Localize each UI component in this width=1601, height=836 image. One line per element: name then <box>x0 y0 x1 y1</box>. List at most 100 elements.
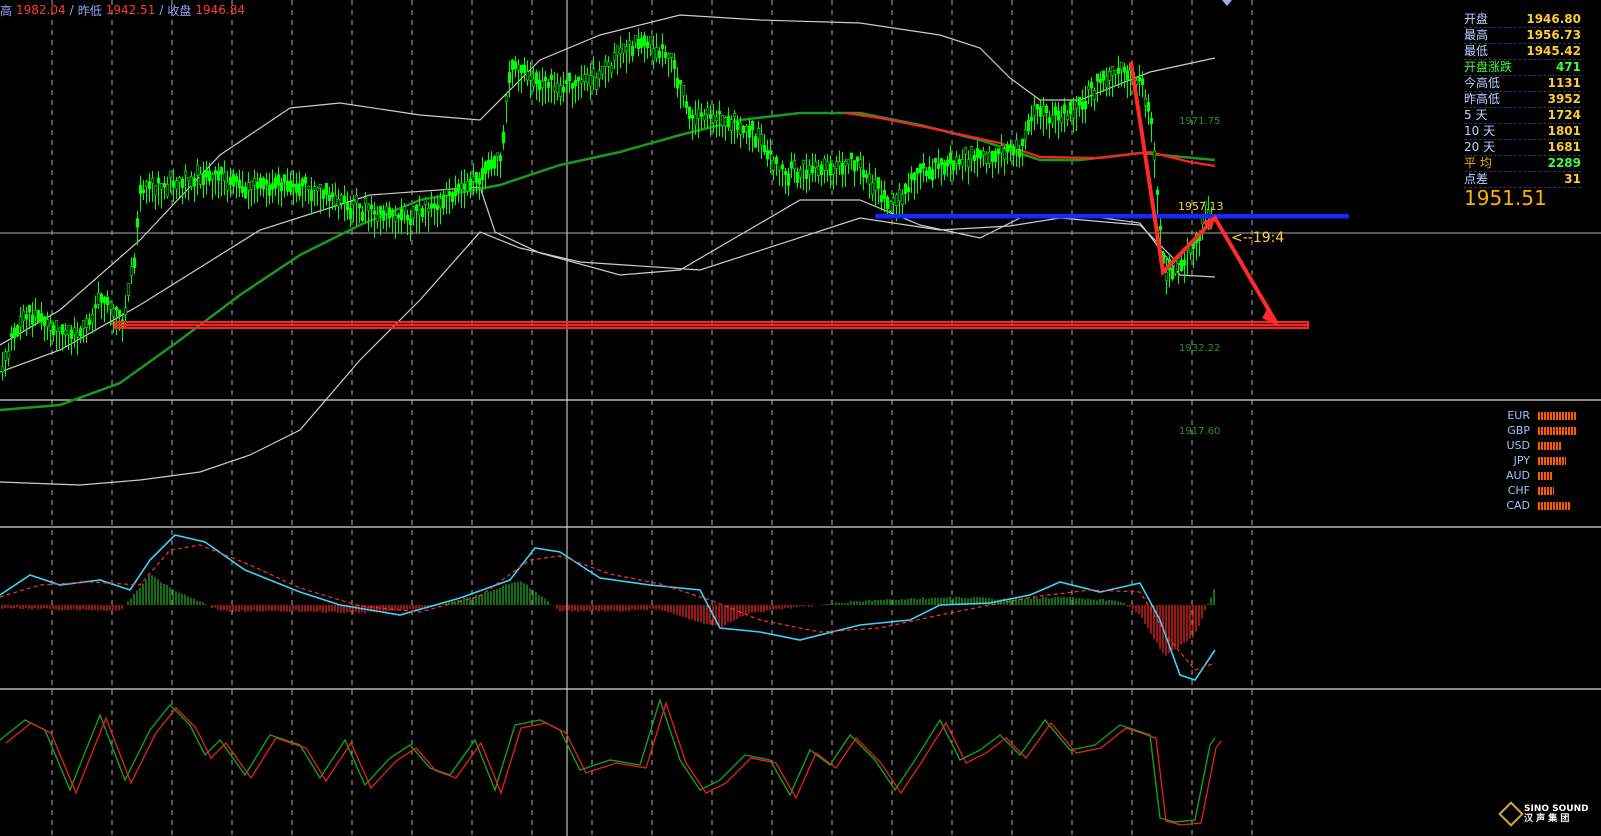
info-value: 1946.80 <box>1526 12 1581 26</box>
candle-body <box>1122 66 1127 73</box>
candle-body <box>24 314 29 320</box>
candle-body <box>258 177 263 188</box>
scroll-marker-icon[interactable] <box>1222 0 1232 6</box>
info-row-open: 开盘 1946.80 <box>1464 12 1581 28</box>
candle-body <box>1104 76 1109 88</box>
candle-body <box>0 366 5 372</box>
candle-body <box>930 169 935 181</box>
candle-body <box>330 192 335 198</box>
candle-body <box>198 173 203 185</box>
candle-body <box>441 196 446 209</box>
candle-body <box>690 115 695 119</box>
candle-body <box>249 180 254 190</box>
candle-body <box>1182 259 1187 266</box>
candle-body <box>876 177 881 189</box>
candle-body <box>792 160 797 170</box>
candle-body <box>117 309 122 316</box>
candle-body <box>768 150 773 155</box>
candle-body <box>1173 261 1178 274</box>
candle-body <box>492 156 497 169</box>
candle-body <box>114 306 119 311</box>
candle-body <box>138 184 143 194</box>
currency-row: JPY <box>1495 453 1576 468</box>
candle-body <box>75 331 80 338</box>
candle-body <box>333 194 338 206</box>
candle-body <box>1119 61 1124 71</box>
candle-body <box>855 156 860 162</box>
candle-body <box>822 158 827 171</box>
candle-body <box>210 174 215 180</box>
candle-body <box>1125 70 1130 81</box>
candle-body <box>1146 102 1151 112</box>
candle-body <box>618 47 623 55</box>
candle-body <box>960 158 965 167</box>
candle-body <box>780 164 785 170</box>
candle-body <box>213 170 218 175</box>
candle-body <box>777 166 782 171</box>
candle-body <box>48 323 53 331</box>
candle-body <box>828 163 833 176</box>
info-label: 最低 <box>1464 44 1489 58</box>
candle-body <box>816 166 821 176</box>
candle-body <box>906 187 911 192</box>
candle-body <box>714 116 719 121</box>
candle-body <box>903 183 908 194</box>
candle-body <box>1152 150 1157 161</box>
candle-body <box>657 50 662 58</box>
currency-strength-bar <box>1538 471 1552 480</box>
candle-body <box>756 128 761 140</box>
candle-body <box>687 106 692 119</box>
candle-body <box>726 115 731 128</box>
candle-body <box>384 206 389 214</box>
currency-row: CAD <box>1495 498 1576 513</box>
candle-body <box>168 171 173 178</box>
candle-body <box>243 186 248 199</box>
candle-body <box>951 160 956 171</box>
candle-body <box>480 168 485 181</box>
candle-body <box>537 79 542 91</box>
candle-body <box>540 80 545 88</box>
candle-body <box>270 183 275 190</box>
currency-strength-bar <box>1538 411 1576 420</box>
candle-body <box>807 165 812 175</box>
candle-body <box>1140 78 1145 85</box>
candle-body <box>858 159 863 168</box>
candle-body <box>735 121 740 131</box>
currency-row: GBP <box>1495 423 1576 438</box>
candle-body <box>849 152 854 159</box>
candle-body <box>621 43 626 54</box>
candle-body <box>1158 225 1163 231</box>
info-value: 1131 <box>1547 76 1581 90</box>
candle-body <box>552 85 557 92</box>
candle-body <box>642 35 647 46</box>
candle-body <box>546 81 551 88</box>
candle-body <box>1074 101 1079 109</box>
candle-body <box>654 47 659 59</box>
candle-body <box>192 177 197 187</box>
candle-body <box>633 35 638 44</box>
candle-body <box>426 208 431 212</box>
candle-body <box>354 195 359 203</box>
candle-body <box>567 72 572 82</box>
candle-body <box>489 159 494 169</box>
candle-body <box>663 52 668 58</box>
currency-name: GBP <box>1507 424 1530 437</box>
candle-body <box>99 293 104 303</box>
candle-body <box>1143 98 1148 106</box>
candle-body <box>747 125 752 138</box>
level-label-upper: 1971.75 <box>1179 116 1221 127</box>
currency-row: USD <box>1495 438 1576 453</box>
candle-body <box>447 191 452 196</box>
info-value: 1681 <box>1547 140 1581 154</box>
candle-body <box>87 319 92 326</box>
candle-body <box>897 188 902 202</box>
chart-canvas[interactable] <box>0 0 1601 836</box>
candle-body <box>405 214 410 221</box>
candle-body <box>309 190 314 202</box>
info-value: 1956.73 <box>1526 28 1581 42</box>
candle-body <box>525 71 530 81</box>
currency-name: CHF <box>1507 484 1530 497</box>
candle-body <box>606 61 611 67</box>
candle-body <box>465 181 470 192</box>
candle-body <box>933 157 938 163</box>
